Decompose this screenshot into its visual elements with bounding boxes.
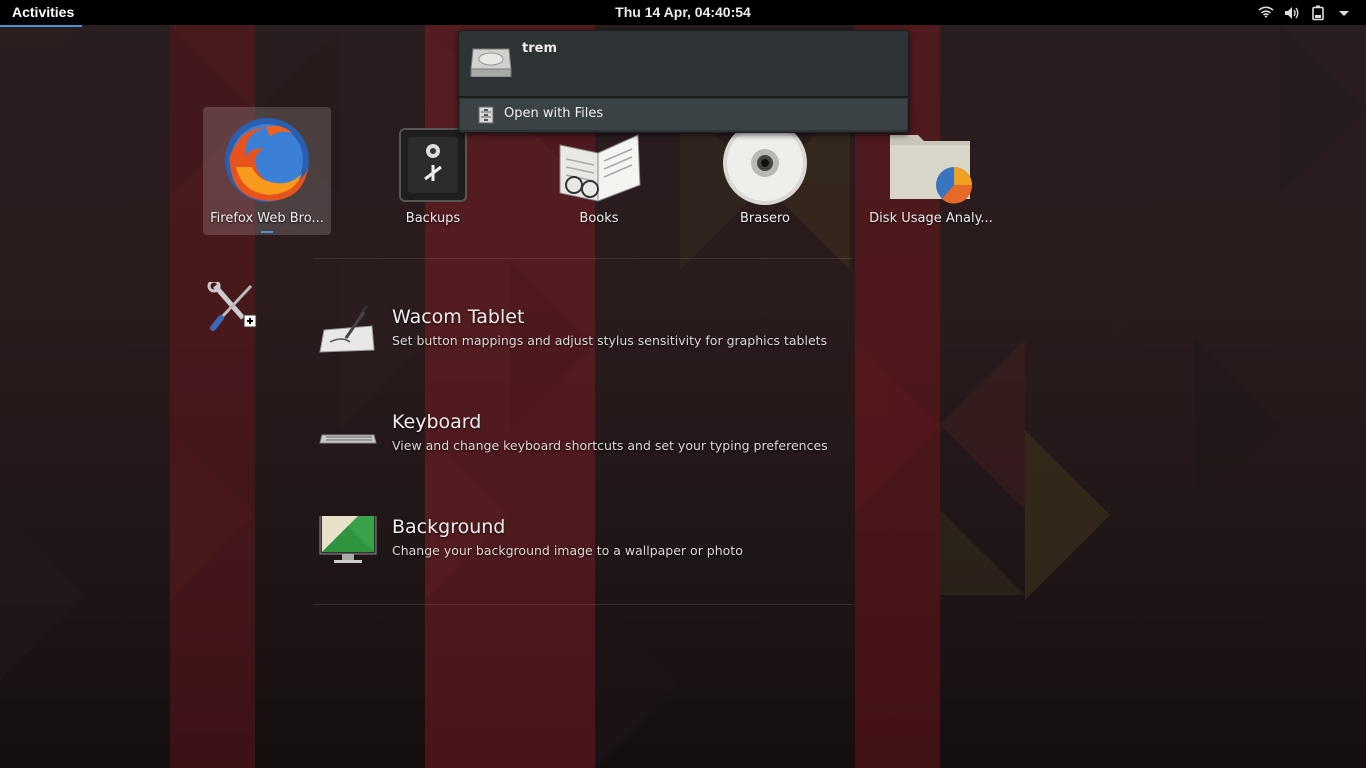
settings-provider[interactable] bbox=[207, 279, 263, 332]
activities-indicator bbox=[0, 25, 82, 27]
app-label: Books bbox=[579, 211, 619, 226]
app-label: Disk Usage Analy... bbox=[869, 211, 993, 226]
section-divider bbox=[313, 258, 853, 259]
battery-icon[interactable] bbox=[1310, 5, 1326, 21]
result-title: Background bbox=[392, 516, 506, 538]
result-title: Wacom Tablet bbox=[392, 306, 525, 328]
keyboard-icon bbox=[319, 434, 377, 444]
result-title: Keyboard bbox=[392, 411, 482, 433]
drive-icon bbox=[470, 48, 512, 77]
result-keyboard[interactable]: Keyboard View and change keyboard shortc… bbox=[318, 411, 918, 481]
result-background[interactable]: Background Change your background image … bbox=[318, 516, 918, 586]
popup-separator bbox=[459, 96, 908, 98]
result-description: View and change keyboard shortcuts and s… bbox=[392, 438, 828, 453]
drive-popup-menu: trem Open with Files bbox=[458, 30, 909, 133]
app-label: Brasero bbox=[739, 211, 790, 226]
result-wacom-tablet[interactable]: Wacom Tablet Set button mappings and adj… bbox=[318, 306, 918, 376]
firefox-icon bbox=[225, 118, 309, 202]
settings-tools-icon bbox=[207, 279, 257, 331]
dropdown-arrow-icon[interactable] bbox=[1336, 5, 1352, 21]
popup-item-label: Open with Files bbox=[504, 106, 604, 121]
wifi-icon[interactable] bbox=[1258, 5, 1274, 21]
section-divider bbox=[313, 604, 853, 605]
volume-icon[interactable] bbox=[1284, 5, 1300, 21]
system-tray[interactable] bbox=[1258, 4, 1352, 21]
clock[interactable]: Thu 14 Apr, 04:40:54 bbox=[0, 0, 1366, 25]
wacom-tablet-icon bbox=[319, 306, 375, 353]
result-description: Change your background image to a wallpa… bbox=[392, 543, 743, 558]
running-indicator bbox=[261, 231, 273, 233]
app-firefox[interactable]: Firefox Web Bro... bbox=[203, 107, 331, 235]
popup-title: trem bbox=[522, 41, 557, 56]
result-description: Set button mappings and adjust stylus se… bbox=[392, 333, 828, 348]
app-label: Backups bbox=[405, 211, 461, 226]
top-bar: Activities Thu 14 Apr, 04:40:54 bbox=[0, 0, 1366, 27]
app-label: Firefox Web Bro... bbox=[210, 211, 324, 226]
background-icon bbox=[319, 516, 377, 563]
file-cabinet-icon bbox=[478, 106, 494, 124]
open-with-files-item[interactable]: Open with Files bbox=[460, 99, 907, 130]
